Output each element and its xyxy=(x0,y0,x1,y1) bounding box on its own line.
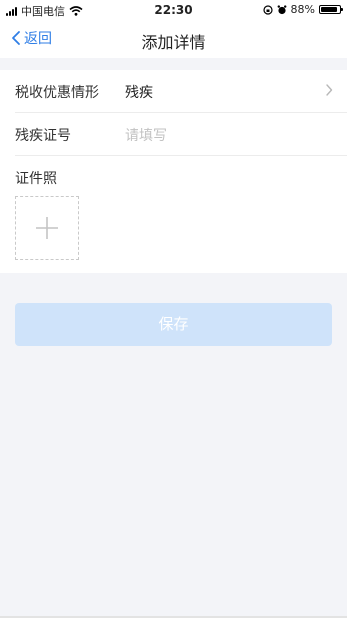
row-divider xyxy=(15,155,347,156)
status-right: 88% xyxy=(262,3,343,16)
certificate-number-row[interactable]: 残疾证号 请填写 xyxy=(0,113,347,155)
certificate-number-label: 残疾证号 xyxy=(15,128,71,144)
tax-situation-row[interactable]: 税收优惠情形 残疾 xyxy=(0,70,347,112)
status-bar: 中国电信 22:30 88% xyxy=(0,0,347,20)
tax-situation-value: 残疾 xyxy=(125,85,153,101)
photo-label: 证件照 xyxy=(15,171,57,187)
battery-icon xyxy=(319,5,343,14)
nav-bar: 返回 添加详情 xyxy=(0,20,347,58)
chevron-right-icon xyxy=(326,84,333,96)
plus-icon xyxy=(36,217,58,239)
tax-situation-label: 税收优惠情形 xyxy=(15,85,99,101)
save-button[interactable]: 保存 xyxy=(15,303,332,346)
page-title: 添加详情 xyxy=(141,33,206,52)
section-gap xyxy=(0,58,347,70)
alarm-icon xyxy=(277,4,286,14)
add-photo-button[interactable] xyxy=(15,196,79,260)
form-card: 税收优惠情形 残疾 残疾证号 请填写 证件照 xyxy=(0,70,347,273)
orientation-lock-icon xyxy=(262,4,273,15)
battery-percent: 88% xyxy=(290,3,315,16)
certificate-number-input[interactable]: 请填写 xyxy=(125,125,167,145)
